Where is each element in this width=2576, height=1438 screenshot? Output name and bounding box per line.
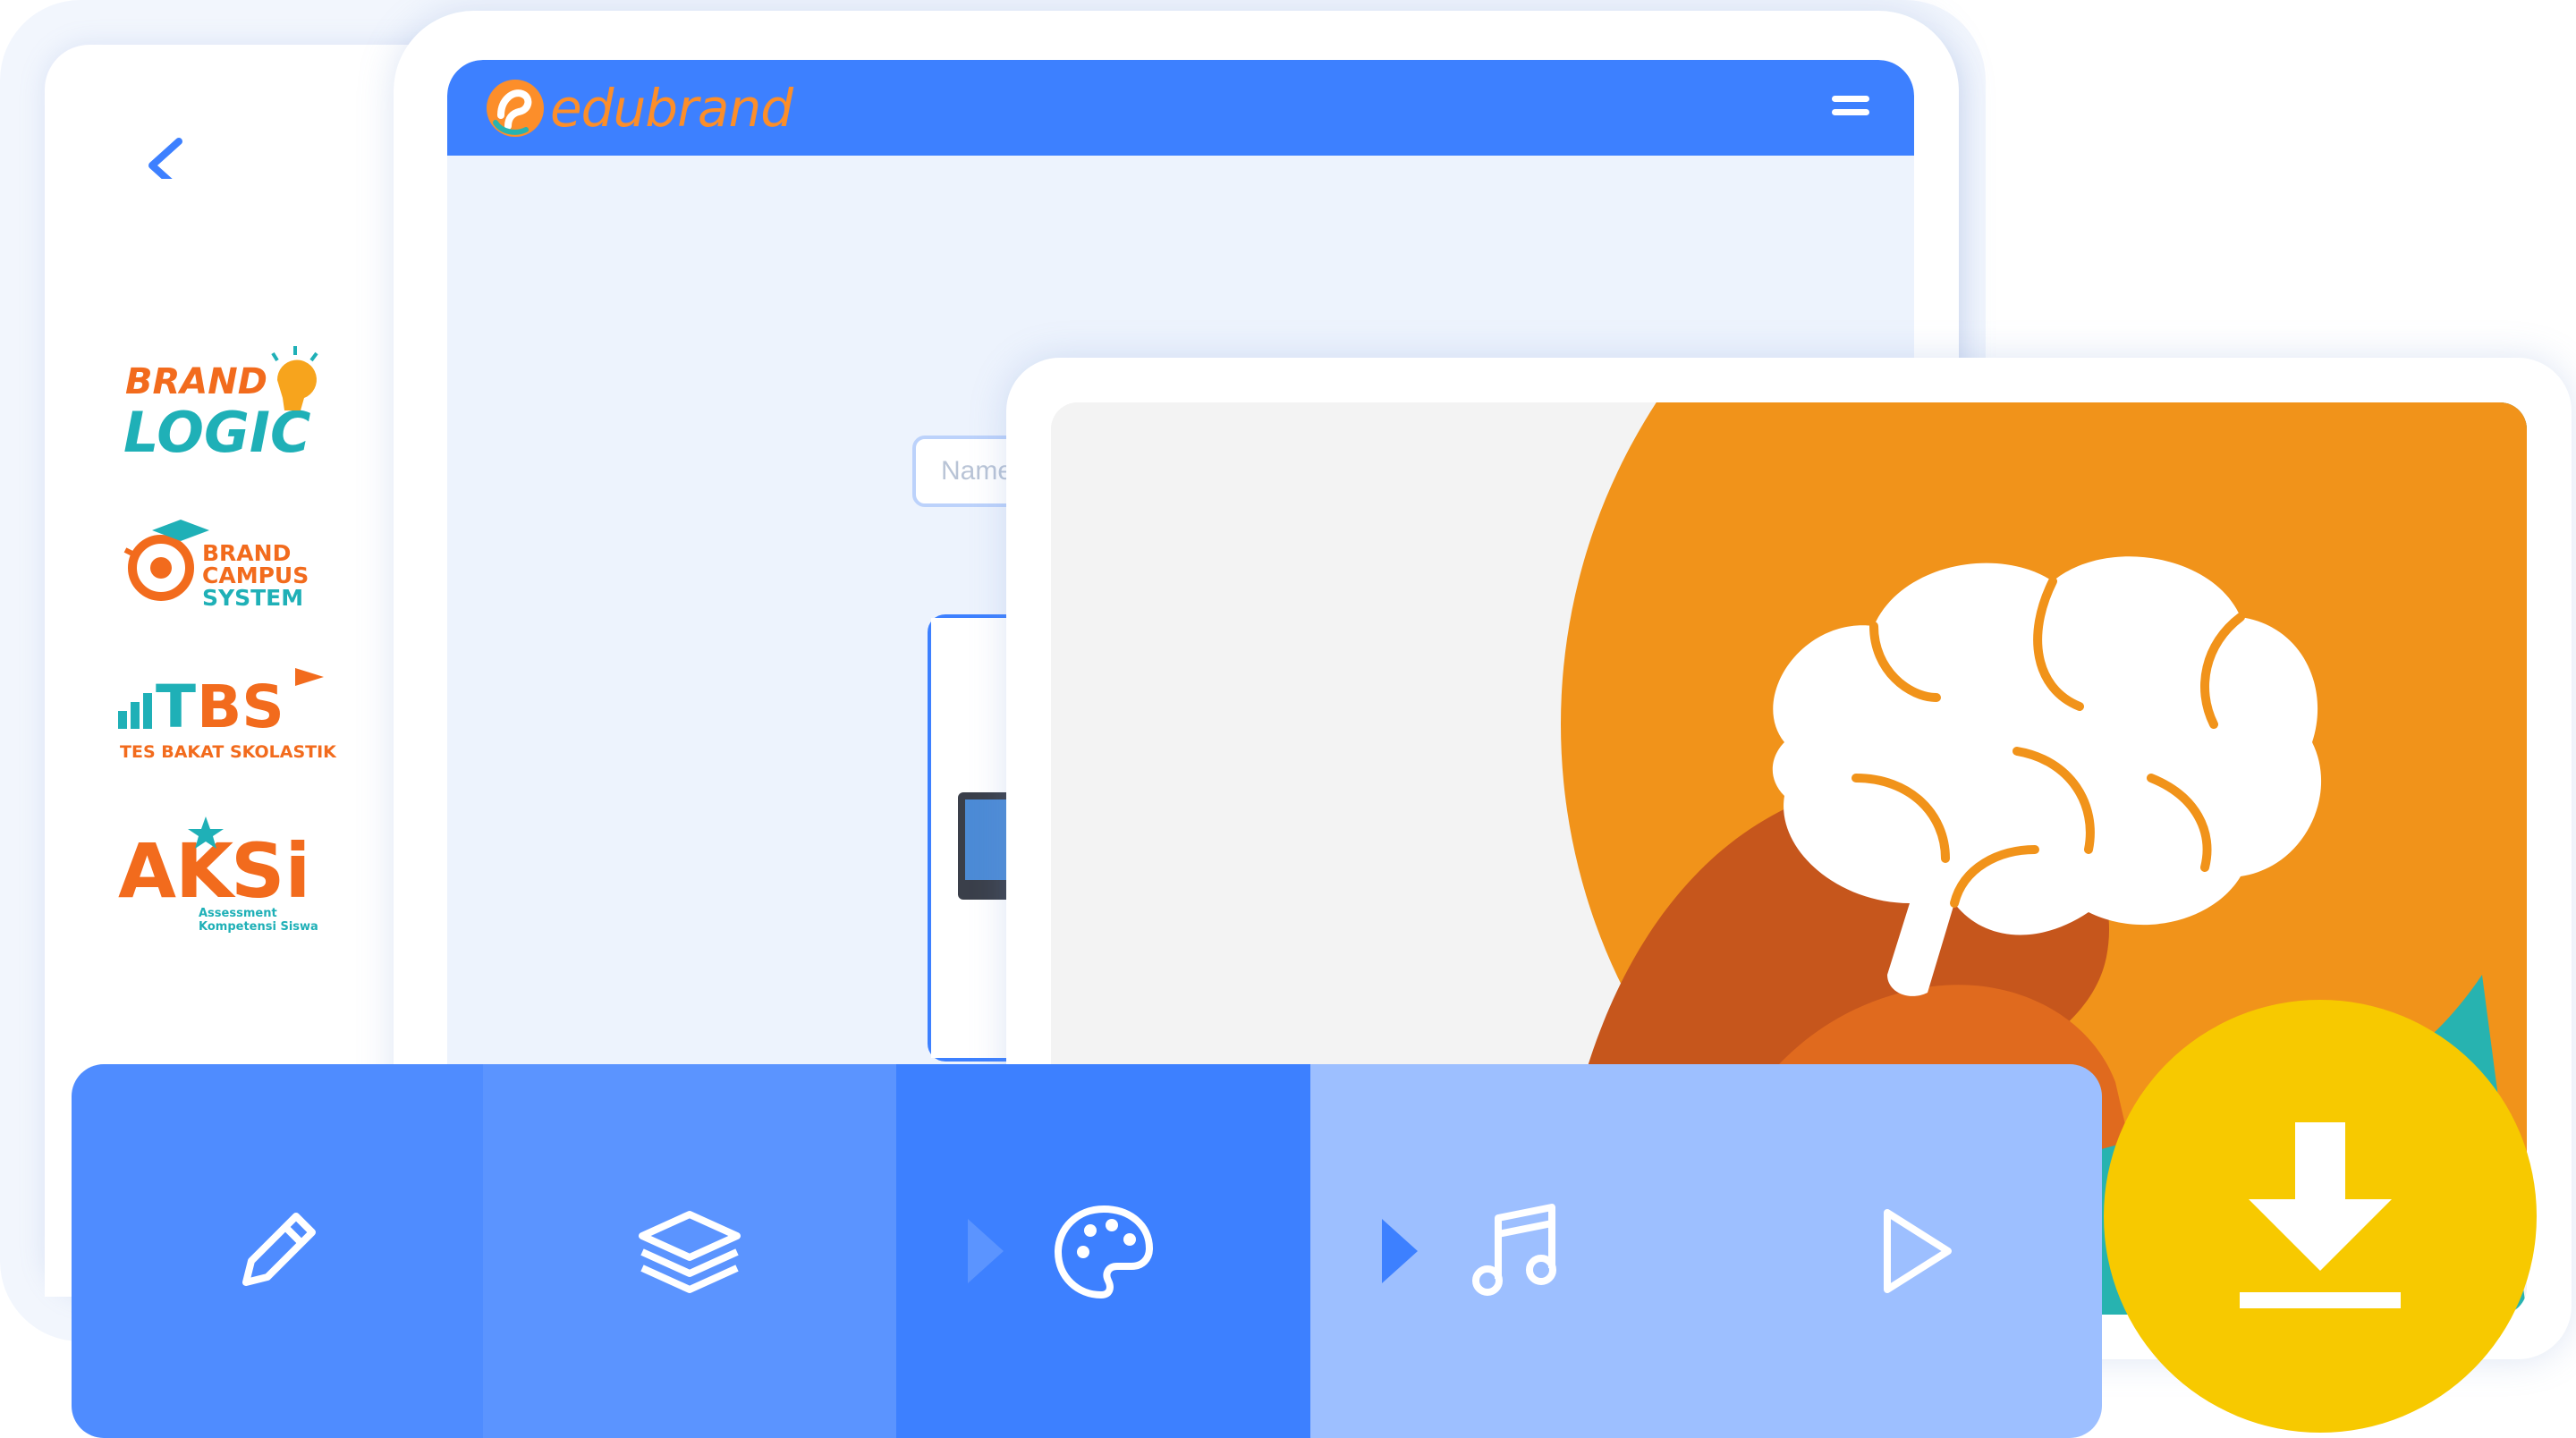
- svg-text:Kompetensi Siswa: Kompetensi Siswa: [199, 920, 318, 934]
- svg-text:TES BAKAT SKOLASTIK: TES BAKAT SKOLASTIK: [120, 742, 337, 762]
- bar-chart-icon: [118, 693, 152, 729]
- brand-name: edubrand: [550, 78, 793, 139]
- layers-icon: [639, 1211, 741, 1293]
- download-button[interactable]: [2104, 1000, 2537, 1433]
- svg-text:SYSTEM: SYSTEM: [202, 585, 303, 611]
- palette-icon: [1054, 1205, 1153, 1298]
- svg-text:LOGIC: LOGIC: [123, 400, 310, 465]
- step-arrow: [968, 1219, 1004, 1283]
- pencil-icon: [242, 1213, 316, 1286]
- svg-text:Assessment: Assessment: [199, 907, 277, 920]
- brand-logic-logo[interactable]: BRAND LOGIC: [116, 344, 349, 469]
- editor-topbar: edubrand: [447, 60, 1914, 156]
- download-icon: [2240, 1122, 2401, 1308]
- step-arrow: [1382, 1219, 1418, 1283]
- editor-toolbar: [72, 1064, 2102, 1438]
- music-tool-button[interactable]: [1310, 1064, 1724, 1438]
- layers-tool-button[interactable]: [483, 1064, 896, 1438]
- edubrand-logo-icon: [487, 80, 544, 137]
- music-note-icon: [1472, 1204, 1556, 1296]
- play-icon: [1883, 1209, 1952, 1293]
- color-tool-button[interactable]: [896, 1064, 1310, 1438]
- svg-text:Si: Si: [231, 827, 310, 915]
- hamburger-menu-icon[interactable]: [1832, 96, 1869, 123]
- svg-text:BS: BS: [197, 672, 284, 741]
- svg-text:T: T: [156, 672, 196, 741]
- tbs-logo[interactable]: T BS TES BAKAT SKOLASTIK: [116, 657, 349, 765]
- app-stage: BRAND LOGIC BRAND CAMPUS SYSTEM T BS TES…: [0, 0, 2576, 1438]
- svg-text:A: A: [118, 827, 176, 915]
- graduation-cap-icon: [123, 520, 209, 601]
- svg-text:BRAND: BRAND: [125, 361, 267, 402]
- aksi-logo[interactable]: A K Si Assessment Kompetensi Siswa: [116, 809, 349, 935]
- play-tool-button[interactable]: [1724, 1064, 2102, 1438]
- brand-campus-system-logo[interactable]: BRAND CAMPUS SYSTEM: [116, 514, 349, 613]
- edit-tool-button[interactable]: [72, 1064, 483, 1438]
